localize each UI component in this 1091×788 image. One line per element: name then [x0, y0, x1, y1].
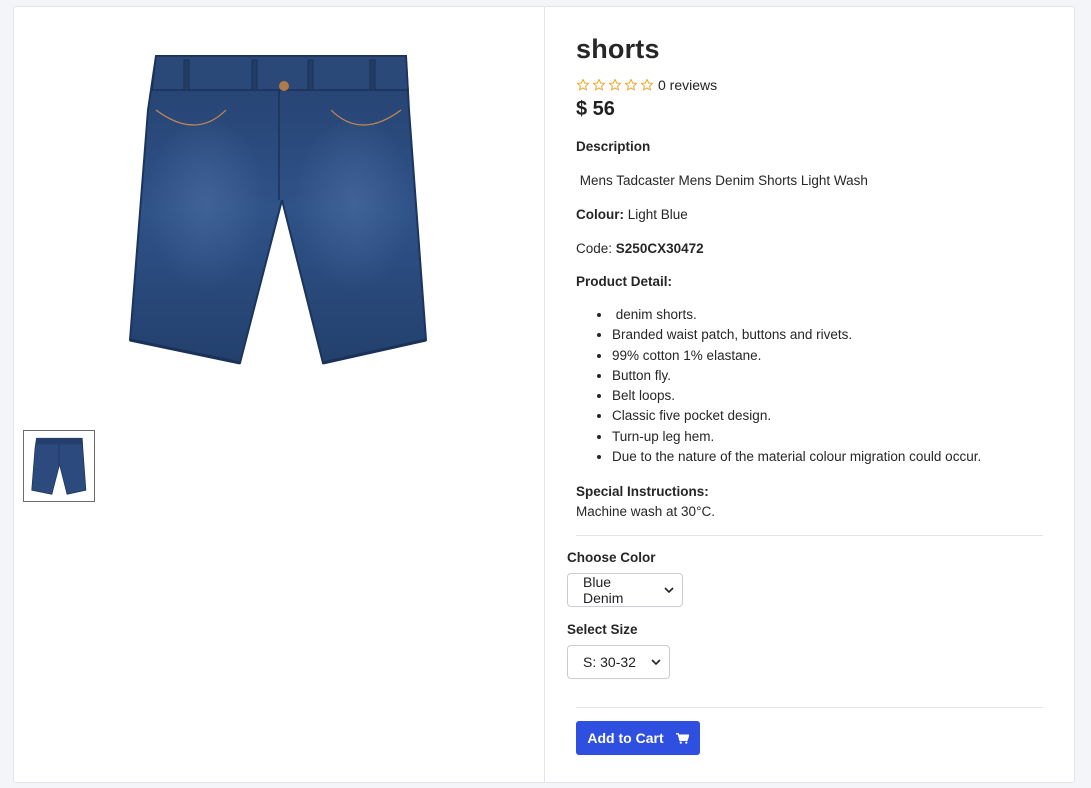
color-select-value: Blue Denim	[583, 574, 624, 606]
color-select[interactable]: Blue Denim	[567, 573, 683, 607]
rating: 0 reviews	[576, 77, 717, 93]
reviews-count[interactable]: 0 reviews	[658, 77, 717, 93]
list-item: Belt loops.	[612, 388, 981, 408]
chevron-down-icon	[664, 587, 674, 594]
star-outline-icon	[640, 78, 654, 91]
colour-info: Colour: Light Blue	[576, 207, 688, 222]
list-item: 99% cotton 1% elastane.	[612, 348, 981, 368]
colour-value: Light Blue	[627, 207, 688, 222]
colour-label: Colour:	[576, 207, 624, 222]
star-outline-icon	[608, 78, 622, 91]
list-item: Branded waist patch, buttons and rivets.	[612, 327, 981, 347]
special-instructions-text: Machine wash at 30°C.	[576, 504, 715, 519]
chevron-down-icon	[651, 659, 661, 666]
size-select-value: S: 30-32	[583, 654, 636, 670]
star-outline-icon	[576, 78, 590, 91]
list-item: Turn-up leg hem.	[612, 429, 981, 449]
divider	[576, 707, 1043, 708]
product-thumbnail[interactable]	[23, 430, 95, 502]
special-instructions-heading: Special Instructions:	[576, 484, 709, 499]
add-to-cart-label: Add to Cart	[587, 730, 664, 746]
code-info: Code: S250CX30472	[576, 241, 704, 256]
product-price: $ 56	[576, 98, 615, 120]
choose-color-label: Choose Color	[567, 550, 656, 565]
list-item: Button fly.	[612, 368, 981, 388]
divider	[576, 535, 1043, 536]
main-product-image	[126, 50, 432, 366]
size-select[interactable]: S: 30-32	[567, 645, 670, 679]
code-label: Code:	[576, 241, 613, 256]
list-item: Due to the nature of the material colour…	[612, 449, 981, 469]
description-heading: Description	[576, 139, 651, 154]
column-divider	[544, 7, 545, 782]
star-outline-icon	[592, 78, 606, 91]
select-size-label: Select Size	[567, 622, 638, 637]
star-outline-icon	[624, 78, 638, 91]
cart-icon	[675, 732, 689, 744]
code-value: S250CX30472	[615, 241, 704, 256]
description-text: Mens Tadcaster Mens Denim Shorts Light W…	[576, 173, 868, 188]
list-item: denim shorts.	[612, 307, 981, 327]
list-item: Classic five pocket design.	[612, 408, 981, 428]
product-detail-heading: Product Detail:	[576, 274, 673, 289]
product-detail-list: denim shorts. Branded waist patch, butto…	[612, 307, 981, 469]
add-to-cart-button[interactable]: Add to Cart	[576, 721, 700, 755]
product-title: shorts	[576, 34, 660, 64]
star-rating	[576, 78, 654, 92]
